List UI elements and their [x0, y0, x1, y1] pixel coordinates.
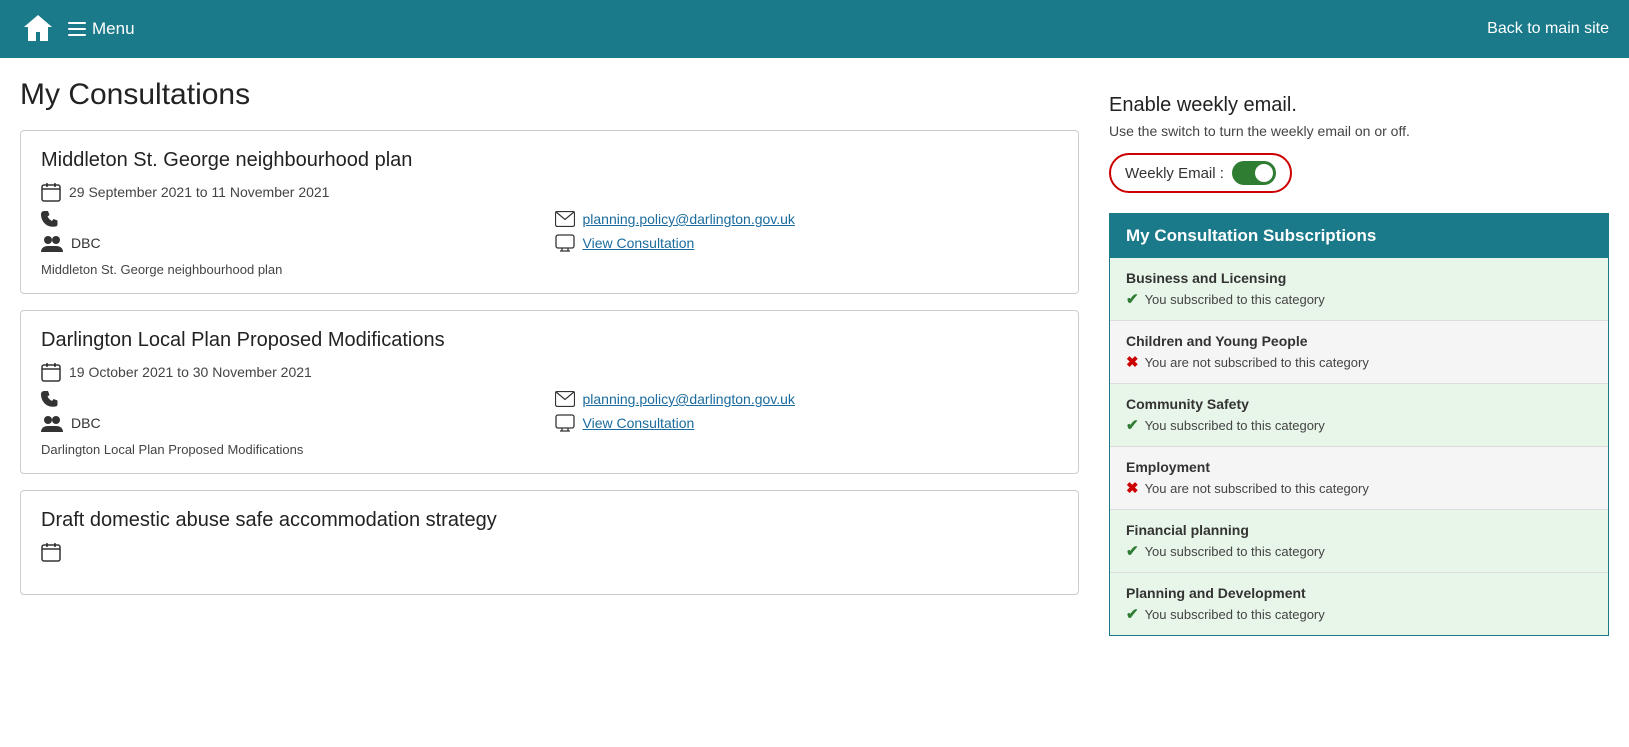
subscription-name-0: Business and Licensing [1126, 270, 1592, 286]
subscription-status-text-0: You subscribed to this category [1145, 292, 1325, 307]
consultation-view-1: View Consultation [555, 234, 1059, 252]
page-title: My Consultations [20, 78, 1079, 112]
hamburger-icon [68, 22, 86, 36]
view-consultation-link-1[interactable]: View Consultation [583, 235, 695, 251]
subscription-item-4[interactable]: Financial planning ✔ You subscribed to thi… [1110, 510, 1608, 573]
consultation-org-2: DBC [41, 414, 545, 432]
weekly-email-section: Enable weekly email. Use the switch to t… [1109, 78, 1609, 213]
toggle-track [1232, 161, 1276, 185]
right-column: Enable weekly email. Use the switch to t… [1109, 78, 1609, 636]
subscription-status-text-5: You subscribed to this category [1145, 607, 1325, 622]
subscription-status-2: ✔ You subscribed to this category [1126, 416, 1592, 434]
home-icon[interactable] [20, 11, 56, 47]
subscription-item-1[interactable]: Children and Young People ✖ You are not su… [1110, 321, 1608, 384]
consultation-date-row-2: 19 October 2021 to 30 November 2021 [41, 362, 1058, 382]
subscription-status-5: ✔ You subscribed to this category [1126, 605, 1592, 623]
subscriptions-list: Business and Licensing ✔ You subscribed to… [1110, 258, 1608, 635]
monitor-icon-2 [555, 414, 575, 432]
weekly-email-toggle-row: Weekly Email : [1109, 153, 1292, 193]
check-icon: ✔ [1126, 290, 1139, 308]
cross-icon: ✖ [1126, 479, 1139, 497]
consultation-org-1: DBC [41, 234, 545, 252]
email-icon-1 [555, 211, 575, 227]
consultation-phone-2 [41, 390, 545, 408]
monitor-icon-1 [555, 234, 575, 252]
check-icon: ✔ [1126, 605, 1139, 623]
subscription-status-1: ✖ You are not subscribed to this category [1126, 353, 1592, 371]
consultation-phone-1 [41, 210, 545, 228]
subscription-item-2[interactable]: Community Safety ✔ You subscribed to this … [1110, 384, 1608, 447]
consultation-title-2: Darlington Local Plan Proposed Modificat… [41, 329, 1058, 352]
main-container: My Consultations Middleton St. George ne… [0, 58, 1629, 656]
subscription-name-1: Children and Young People [1126, 333, 1592, 349]
group-icon-1 [41, 234, 63, 252]
calendar-icon-2 [41, 362, 61, 382]
consultation-details-2: planning.policy@darlington.gov.uk DBC [41, 390, 1058, 432]
menu-button[interactable]: Menu [68, 19, 135, 39]
consultation-email-1: planning.policy@darlington.gov.uk [555, 210, 1059, 228]
subscription-name-4: Financial planning [1126, 522, 1592, 538]
toggle-thumb [1255, 164, 1273, 182]
consultation-title-1: Middleton St. George neighbourhood plan [41, 149, 1058, 172]
subscription-status-0: ✔ You subscribed to this category [1126, 290, 1592, 308]
menu-label: Menu [92, 19, 135, 39]
phone-icon-2 [41, 390, 59, 408]
weekly-email-toggle[interactable] [1232, 161, 1276, 185]
email-link-2[interactable]: planning.policy@darlington.gov.uk [583, 391, 795, 407]
header-left: Menu [20, 11, 135, 47]
consultation-card-2: Darlington Local Plan Proposed Modificat… [20, 310, 1079, 474]
consultation-date-1: 29 September 2021 to 11 November 2021 [69, 184, 329, 200]
group-icon-2 [41, 414, 63, 432]
consultation-date-2: 19 October 2021 to 30 November 2021 [69, 364, 312, 380]
subscription-name-2: Community Safety [1126, 396, 1592, 412]
subscription-name-5: Planning and Development [1126, 585, 1592, 601]
subscription-status-text-3: You are not subscribed to this category [1145, 481, 1369, 496]
back-to-main-link[interactable]: Back to main site [1487, 20, 1609, 38]
subscription-name-3: Employment [1126, 459, 1592, 475]
phone-icon [41, 210, 59, 228]
email-link-1[interactable]: planning.policy@darlington.gov.uk [583, 211, 795, 227]
subscription-status-3: ✖ You are not subscribed to this category [1126, 479, 1592, 497]
consultation-date-row-3 [41, 542, 1058, 562]
left-column: My Consultations Middleton St. George ne… [20, 78, 1109, 636]
consultation-details-1: planning.policy@darlington.gov.uk DBC [41, 210, 1058, 252]
subscription-status-text-1: You are not subscribed to this category [1145, 355, 1369, 370]
email-icon-2 [555, 391, 575, 407]
view-consultation-link-2[interactable]: View Consultation [583, 415, 695, 431]
site-header: Menu Back to main site [0, 0, 1629, 58]
subscriptions-header: My Consultation Subscriptions [1110, 214, 1608, 258]
subscription-item-5[interactable]: Planning and Development ✔ You subscribed … [1110, 573, 1608, 635]
consultation-email-2: planning.policy@darlington.gov.uk [555, 390, 1059, 408]
subscription-item-3[interactable]: Employment ✖ You are not subscribed to thi… [1110, 447, 1608, 510]
subscription-status-4: ✔ You subscribed to this category [1126, 542, 1592, 560]
weekly-email-label: Weekly Email : [1125, 165, 1224, 182]
calendar-icon-3 [41, 542, 61, 562]
subscriptions-section: My Consultation Subscriptions Business a… [1109, 213, 1609, 636]
consultation-view-2: View Consultation [555, 414, 1059, 432]
consultation-description-1: Middleton St. George neighbourhood plan [41, 262, 1058, 277]
subscription-status-text-4: You subscribed to this category [1145, 544, 1325, 559]
consultation-description-2: Darlington Local Plan Proposed Modificat… [41, 442, 1058, 457]
consultation-title-3: Draft domestic abuse safe accommodation … [41, 509, 1058, 532]
subscription-status-text-2: You subscribed to this category [1145, 418, 1325, 433]
consultation-card-1: Middleton St. George neighbourhood plan … [20, 130, 1079, 294]
consultation-date-row-1: 29 September 2021 to 11 November 2021 [41, 182, 1058, 202]
consultation-card-3: Draft domestic abuse safe accommodation … [20, 490, 1079, 595]
calendar-icon [41, 182, 61, 202]
org-name-1: DBC [71, 235, 101, 251]
weekly-email-title: Enable weekly email. [1109, 94, 1609, 117]
subscription-item-0[interactable]: Business and Licensing ✔ You subscribed to… [1110, 258, 1608, 321]
check-icon: ✔ [1126, 416, 1139, 434]
cross-icon: ✖ [1126, 353, 1139, 371]
weekly-email-desc: Use the switch to turn the weekly email … [1109, 123, 1609, 139]
org-name-2: DBC [71, 415, 101, 431]
check-icon: ✔ [1126, 542, 1139, 560]
